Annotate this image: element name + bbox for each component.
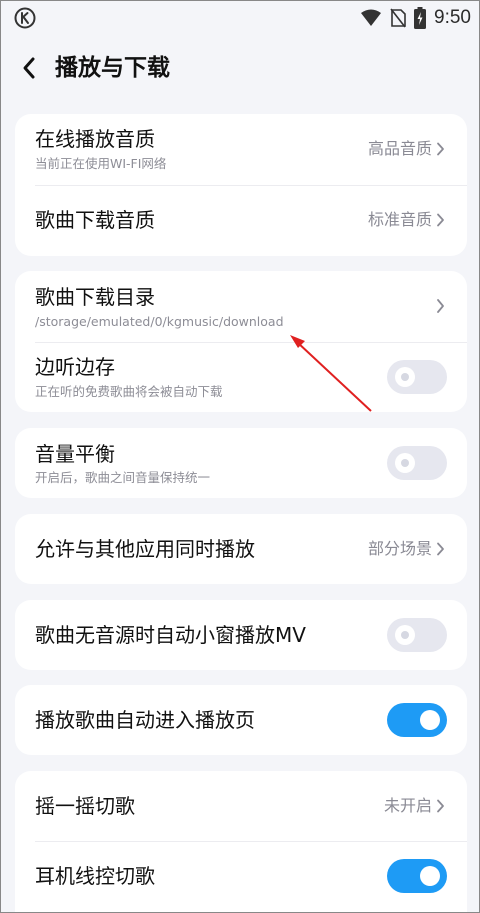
auto-mv-toggle[interactable] bbox=[387, 618, 447, 652]
setting-subtitle: 开启后，歌曲之间音量保持统一 bbox=[35, 470, 211, 485]
wifi-icon bbox=[361, 9, 382, 26]
chevron-right-icon bbox=[437, 799, 444, 813]
listen-save-toggle[interactable] bbox=[387, 360, 447, 394]
chevron-right-icon bbox=[437, 213, 444, 227]
headset-toggle[interactable] bbox=[387, 859, 447, 893]
setting-row-auto-player: 播放歌曲自动进入播放页 bbox=[15, 685, 467, 755]
setting-row-online-quality[interactable]: 在线播放音质 当前正在使用WI-FI网络 高品音质 bbox=[15, 114, 467, 185]
page-title: 播放与下载 bbox=[55, 55, 170, 81]
status-icons: 9:50 bbox=[360, 5, 471, 31]
back-button[interactable] bbox=[15, 53, 43, 83]
setting-title: 歌曲无音源时自动小窗播放MV bbox=[35, 623, 306, 647]
setting-title: 在线播放音质 bbox=[35, 127, 155, 151]
setting-value: 未开启 bbox=[383, 796, 432, 815]
volume-balance-toggle[interactable] bbox=[387, 446, 447, 480]
settings-group-quality: 在线播放音质 当前正在使用WI-FI网络 高品音质 歌曲下载音质 标准音质 bbox=[15, 114, 467, 256]
setting-title: 播放歌曲自动进入播放页 bbox=[35, 708, 255, 732]
settings-group-download: 歌曲下载目录 /storage/emulated/0/kgmusic/downl… bbox=[15, 271, 467, 412]
setting-title: 歌曲下载音质 bbox=[35, 208, 155, 232]
setting-value: 部分场景 bbox=[367, 539, 432, 558]
settings-group-concurrent: 允许与其他应用同时播放 部分场景 bbox=[15, 514, 467, 584]
status-bar: 9:50 bbox=[1, 1, 479, 35]
setting-value: 高品音质 bbox=[367, 139, 432, 158]
app-header: 播放与下载 bbox=[1, 35, 479, 101]
setting-value: 标准音质 bbox=[367, 210, 432, 229]
setting-row-headset: 耳机线控切歌 bbox=[15, 841, 467, 911]
setting-subtitle: /storage/emulated/0/kgmusic/download bbox=[35, 314, 284, 329]
settings-group-mv: 歌曲无音源时自动小窗播放MV bbox=[15, 600, 467, 670]
setting-value-wrap: 部分场景 bbox=[368, 538, 445, 560]
setting-row-concurrent-play[interactable]: 允许与其他应用同时播放 部分场景 bbox=[15, 514, 467, 584]
settings-group-switch: 摇一摇切歌 未开启 耳机线控切歌 bbox=[15, 771, 467, 912]
setting-title: 耳机线控切歌 bbox=[35, 864, 155, 888]
setting-row-download-dir[interactable]: 歌曲下载目录 /storage/emulated/0/kgmusic/downl… bbox=[15, 271, 467, 342]
no-sim-icon bbox=[390, 8, 406, 28]
setting-row-download-quality[interactable]: 歌曲下载音质 标准音质 bbox=[15, 185, 467, 256]
setting-value-wrap: 未开启 bbox=[384, 795, 445, 817]
auto-player-toggle[interactable] bbox=[387, 703, 447, 737]
setting-title: 摇一摇切歌 bbox=[35, 794, 135, 818]
setting-title: 允许与其他应用同时播放 bbox=[35, 537, 255, 561]
settings-group-player: 播放歌曲自动进入播放页 bbox=[15, 685, 467, 755]
setting-row-listen-save: 边听边存 正在听的免费歌曲将会被自动下载 bbox=[15, 342, 467, 412]
settings-screen: 9:50 播放与下载 在线播放音质 当前正在使用WI-FI网络 高品音质 歌曲下… bbox=[0, 0, 480, 913]
setting-value-wrap: 高品音质 bbox=[368, 138, 445, 160]
chevron-left-icon bbox=[23, 57, 35, 79]
setting-value-wrap: 标准音质 bbox=[368, 209, 445, 231]
setting-row-volume-balance: 音量平衡 开启后，歌曲之间音量保持统一 bbox=[15, 428, 467, 498]
kugou-k-logo-icon bbox=[14, 7, 36, 29]
setting-row-auto-mv: 歌曲无音源时自动小窗播放MV bbox=[15, 600, 467, 670]
chevron-right-icon bbox=[437, 542, 444, 556]
setting-row-shake[interactable]: 摇一摇切歌 未开启 bbox=[15, 771, 467, 841]
setting-subtitle: 正在听的免费歌曲将会被自动下载 bbox=[35, 384, 223, 399]
chevron-right-icon bbox=[437, 142, 444, 156]
chevron-right-icon bbox=[437, 299, 444, 313]
setting-title: 歌曲下载目录 bbox=[35, 285, 155, 309]
settings-group-volume: 音量平衡 开启后，歌曲之间音量保持统一 bbox=[15, 428, 467, 498]
setting-subtitle: 当前正在使用WI-FI网络 bbox=[35, 156, 167, 171]
setting-title: 音量平衡 bbox=[35, 442, 115, 466]
battery-charging-icon bbox=[414, 7, 427, 29]
status-time: 9:50 bbox=[434, 7, 471, 28]
setting-title: 边听边存 bbox=[35, 355, 115, 379]
